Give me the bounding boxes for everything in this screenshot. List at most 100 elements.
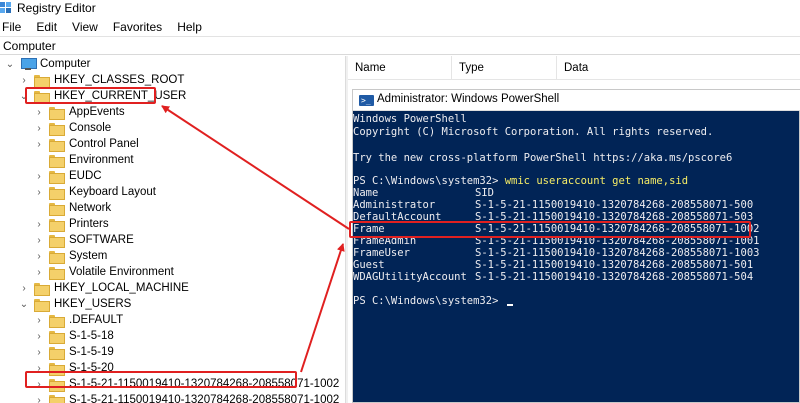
menu-bar: File Edit View Favorites Help (0, 18, 213, 36)
tree-label: HKEY_LOCAL_MACHINE (54, 282, 189, 294)
powershell-title-bar[interactable]: >_ Administrator: Windows PowerShell (353, 90, 800, 111)
output-name: Administrator (353, 199, 436, 211)
tree-item-hkcu[interactable]: ⌄ HKEY_CURRENT_USER (18, 88, 186, 104)
tree-item-printers[interactable]: › Printers (33, 216, 109, 232)
menu-help[interactable]: Help (173, 18, 206, 36)
folder-icon (34, 282, 50, 296)
folder-icon (49, 394, 65, 403)
tree-item-environment[interactable]: Environment (33, 152, 134, 168)
folder-icon (49, 106, 65, 120)
output-sid: S-1-5-21-1150019410-1320784268-208558071… (475, 247, 760, 259)
menu-file[interactable]: File (0, 18, 25, 36)
output-sid: S-1-5-21-1150019410-1320784268-208558071… (475, 271, 754, 283)
chevron-right-icon[interactable]: › (18, 280, 30, 296)
powershell-icon: >_ (359, 95, 374, 106)
registry-tree: ⌄ Computer › HKEY_CLASSES_ROOT ⌄ HKEY_CU… (0, 56, 344, 403)
console-header-line: Windows PowerShell (353, 113, 467, 125)
chevron-down-icon[interactable]: ⌄ (18, 296, 30, 312)
tree-label: SOFTWARE (69, 234, 134, 246)
menu-favorites[interactable]: Favorites (109, 18, 166, 36)
tree-label: HKEY_USERS (54, 298, 132, 310)
folder-icon (34, 90, 50, 104)
tree-item-user-sid-1002[interactable]: › S-1-5-21-1150019410-1320784268-20855807… (33, 376, 339, 392)
tree-label: Environment (69, 154, 134, 166)
output-sid: S-1-5-21-1150019410-1320784268-208558071… (475, 223, 760, 235)
chevron-right-icon[interactable]: › (33, 184, 45, 200)
folder-icon (49, 154, 65, 168)
tree-label: Control Panel (69, 138, 139, 150)
address-bar[interactable]: Computer (0, 36, 800, 55)
column-header-type[interactable]: Type (452, 56, 557, 80)
tree-item-s-1-5-19[interactable]: › S-1-5-19 (33, 344, 114, 360)
tree-item-control-panel[interactable]: › Control Panel (33, 136, 139, 152)
tree-item-console[interactable]: › Console (33, 120, 111, 136)
column-header-data[interactable]: Data (557, 56, 800, 80)
tree-item-default[interactable]: › .DEFAULT (33, 312, 123, 328)
tree-item-user-sid-1002-classes[interactable]: › S-1-5-21-1150019410-1320784268-20855807… (33, 392, 344, 403)
folder-icon (49, 314, 65, 328)
chevron-right-icon[interactable]: › (33, 104, 45, 120)
powershell-title: Administrator: Windows PowerShell (377, 93, 560, 105)
tree-label: Network (69, 202, 112, 214)
menu-view[interactable]: View (68, 18, 102, 36)
output-col-sid: SID (475, 187, 494, 199)
console-command: wmic useraccount get name,sid (504, 175, 689, 187)
tree-label: AppEvents (69, 106, 125, 118)
chevron-right-icon[interactable]: › (33, 232, 45, 248)
chevron-right-icon[interactable]: › (33, 392, 45, 403)
chevron-right-icon[interactable]: › (33, 168, 45, 184)
tree-item-keyboard-layout[interactable]: › Keyboard Layout (33, 184, 156, 200)
output-name: FrameUser (353, 247, 410, 259)
chevron-right-icon[interactable]: › (33, 376, 45, 392)
folder-icon (49, 234, 65, 248)
tree-item-hklm[interactable]: › HKEY_LOCAL_MACHINE (18, 280, 189, 296)
column-header-name[interactable]: Name (348, 56, 452, 80)
tree-item-s-1-5-20[interactable]: › S-1-5-20 (33, 360, 114, 376)
tree-item-hku[interactable]: ⌄ HKEY_USERS (18, 296, 131, 312)
folder-icon (49, 250, 65, 264)
tree-item-system[interactable]: › System (33, 248, 107, 264)
computer-icon (20, 58, 37, 70)
column-headers: Name Type Data (348, 56, 800, 80)
menu-edit[interactable]: Edit (32, 18, 61, 36)
chevron-right-icon[interactable]: › (33, 328, 45, 344)
tree-item-appevents[interactable]: › AppEvents (33, 104, 125, 120)
chevron-right-icon[interactable]: › (33, 136, 45, 152)
tree-item-eudc[interactable]: › EUDC (33, 168, 102, 184)
folder-icon (49, 218, 65, 232)
chevron-down-icon[interactable]: ⌄ (18, 88, 30, 104)
tree-item-hkcr[interactable]: › HKEY_CLASSES_ROOT (18, 72, 184, 88)
output-name: WDAGUtilityAccount (353, 271, 467, 283)
chevron-right-icon[interactable]: › (33, 264, 45, 280)
chevron-right-icon[interactable]: › (33, 360, 45, 376)
folder-icon (49, 170, 65, 184)
tree-label: S-1-5-19 (69, 346, 114, 358)
chevron-down-icon[interactable]: ⌄ (4, 56, 16, 72)
tree-item-s-1-5-18[interactable]: › S-1-5-18 (33, 328, 114, 344)
window-title: Registry Editor (17, 1, 96, 15)
tree-item-computer[interactable]: ⌄ Computer (4, 56, 91, 72)
tree-item-volatile-environment[interactable]: › Volatile Environment (33, 264, 174, 280)
output-col-name: Name (353, 187, 379, 199)
tree-label: S-1-5-20 (69, 362, 114, 374)
chevron-right-icon[interactable]: › (33, 344, 45, 360)
output-name: Frame (353, 223, 385, 235)
powershell-console[interactable]: Windows PowerShell Copyright (C) Microso… (353, 111, 799, 402)
console-cursor (506, 304, 513, 306)
folder-icon (49, 378, 65, 392)
tree-item-software[interactable]: › SOFTWARE (33, 232, 134, 248)
output-sid: S-1-5-21-1150019410-1320784268-208558071… (475, 199, 754, 211)
tree-item-network[interactable]: Network (33, 200, 111, 216)
chevron-right-icon[interactable]: › (33, 248, 45, 264)
tree-label: Computer (40, 58, 91, 70)
chevron-right-icon[interactable]: › (33, 120, 45, 136)
tree-label: Console (69, 122, 112, 134)
tree-label: S-1-5-21-1150019410-1320784268-208558071… (69, 378, 340, 390)
output-name: FrameAdmin (353, 235, 417, 247)
folder-icon (49, 186, 65, 200)
chevron-right-icon[interactable]: › (18, 72, 30, 88)
chevron-right-icon[interactable]: › (33, 216, 45, 232)
output-name: DefaultAccount (353, 211, 442, 223)
chevron-right-icon[interactable]: › (33, 312, 45, 328)
